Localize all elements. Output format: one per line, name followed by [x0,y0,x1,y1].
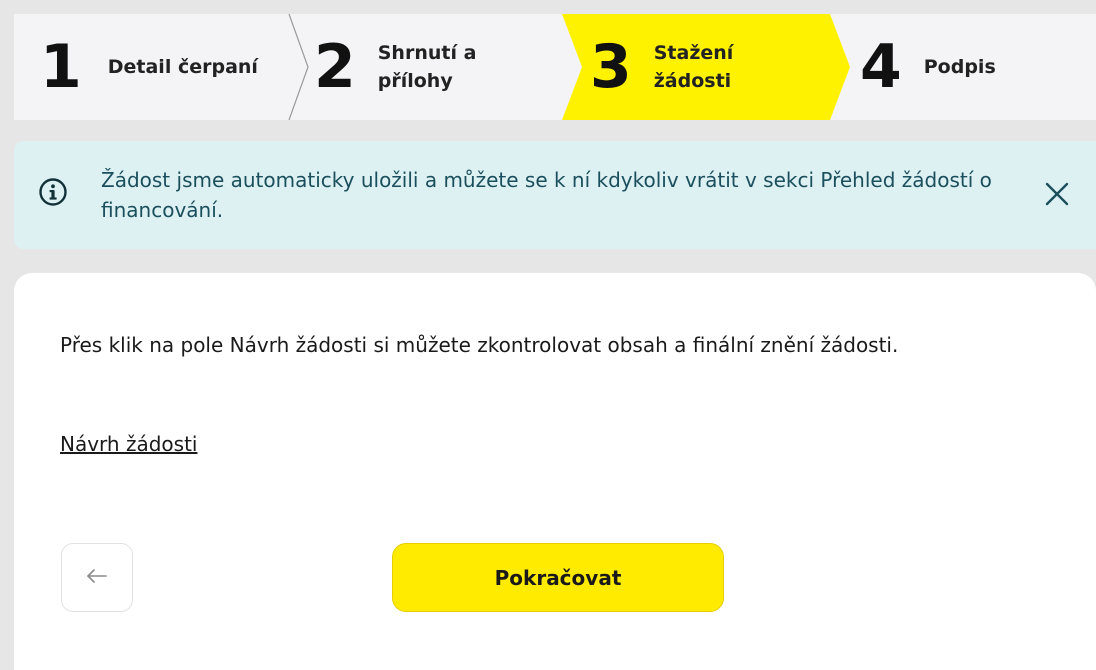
step-3-label: Stažení žádosti [653,42,734,92]
instruction-text: Přes klik na pole Návrh žádosti si můžet… [60,333,899,357]
step-4-number: 4 [860,32,902,102]
step-2-number: 2 [314,32,356,102]
arrow-left-icon [86,568,108,588]
progress-stepper: 1 Detail čerpaní 2 Shrnutí a přílohy 3 S… [14,14,1096,120]
back-button[interactable] [61,543,133,612]
continue-button[interactable]: Pokračovat [392,543,724,612]
close-icon[interactable] [1042,179,1072,209]
step-3[interactable]: 3 Stažení žádosti [590,14,744,120]
info-alert: Žádost jsme automaticky uložili a můžete… [14,141,1096,249]
step-4[interactable]: 4 Podpis [860,14,996,120]
step-3-number: 3 [590,32,632,102]
info-icon [38,177,68,207]
step-1-label: Detail čerpaní [107,56,258,78]
step-2-label: Shrnutí a přílohy [377,42,477,92]
step-1-number: 1 [40,32,82,102]
step-4-label: Podpis [923,56,996,78]
content-card: Přes klik na pole Návrh žádosti si můžet… [14,273,1096,670]
draft-request-link[interactable]: Návrh žádosti [60,429,197,459]
step-1[interactable]: 1 Detail čerpaní [40,14,258,120]
alert-message: Žádost jsme automaticky uložili a můžete… [101,168,992,222]
step-2[interactable]: 2 Shrnutí a přílohy [314,14,498,120]
